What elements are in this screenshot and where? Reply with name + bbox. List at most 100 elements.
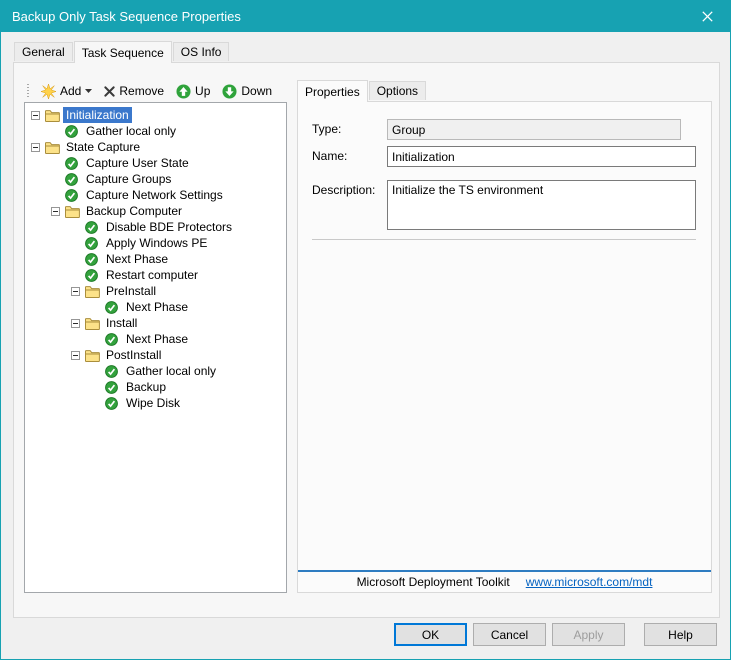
tree-item-backup[interactable]: Backup <box>25 379 286 395</box>
tab-general[interactable]: General <box>14 42 73 61</box>
tab-task-sequence[interactable]: Task Sequence <box>74 41 172 63</box>
tree-item-preinstall[interactable]: PreInstall <box>25 283 286 299</box>
close-icon <box>702 11 713 22</box>
tree-item-label: Install <box>103 315 140 331</box>
tree-item-state-capture[interactable]: State Capture <box>25 139 286 155</box>
title-bar: Backup Only Task Sequence Properties <box>1 1 730 32</box>
tree-item-gather-local-only[interactable]: Gather local only <box>25 363 286 379</box>
down-button-label: Down <box>241 84 272 98</box>
tree-item-label: Capture User State <box>83 155 192 171</box>
tree-item-label: PostInstall <box>103 347 164 363</box>
description-field[interactable]: Initialize the TS environment <box>387 180 696 230</box>
success-check-icon <box>85 237 103 250</box>
tree-item-label: Next Phase <box>123 299 191 315</box>
tree-item-next-phase[interactable]: Next Phase <box>25 331 286 347</box>
mdt-footer: Microsoft Deployment Toolkit www.microso… <box>298 570 711 592</box>
add-button[interactable]: Add <box>35 82 98 101</box>
tree-item-label: Backup Computer <box>83 203 185 219</box>
success-check-icon <box>105 397 123 410</box>
success-check-icon <box>85 253 103 266</box>
task-sequence-properties-dialog: Backup Only Task Sequence Properties Gen… <box>0 0 731 660</box>
tree-item-disable-bde-protectors[interactable]: Disable BDE Protectors <box>25 219 286 235</box>
name-label: Name: <box>312 146 387 167</box>
folder-icon <box>85 317 103 330</box>
tab-properties[interactable]: Properties <box>297 80 368 102</box>
tree-item-label: Initialization <box>63 107 132 123</box>
help-button[interactable]: Help <box>644 623 717 646</box>
tab-os-info[interactable]: OS Info <box>173 42 230 61</box>
tree-item-apply-windows-pe[interactable]: Apply Windows PE <box>25 235 286 251</box>
move-up-button[interactable]: Up <box>170 82 216 101</box>
remove-x-icon <box>104 86 115 97</box>
ok-button[interactable]: OK <box>394 623 467 646</box>
tree-item-label: Wipe Disk <box>123 395 183 411</box>
collapse-toggle-icon[interactable] <box>71 319 80 328</box>
tree-item-capture-network-settings[interactable]: Capture Network Settings <box>25 187 286 203</box>
tree-item-label: Capture Groups <box>83 171 174 187</box>
task-sequence-tab-page: Add Remove Up <box>13 62 720 618</box>
tree-item-label: Gather local only <box>83 123 179 139</box>
type-label: Type: <box>312 119 387 140</box>
success-check-icon <box>65 189 83 202</box>
success-check-icon <box>105 301 123 314</box>
success-check-icon <box>105 333 123 346</box>
dialog-button-bar: OK Cancel Apply Help <box>388 623 717 646</box>
properties-form: Type: Name: Description: Initialize the … <box>298 102 711 240</box>
tree-item-label: Disable BDE Protectors <box>103 219 235 235</box>
tree-item-label: Backup <box>123 379 169 395</box>
tree-item-initialization[interactable]: Initialization <box>25 107 286 123</box>
tree-item-label: Gather local only <box>123 363 219 379</box>
remove-button[interactable]: Remove <box>98 82 170 100</box>
collapse-toggle-icon[interactable] <box>71 287 80 296</box>
folder-icon <box>45 141 63 154</box>
close-button[interactable] <box>685 1 730 32</box>
apply-button[interactable]: Apply <box>552 623 625 646</box>
mdt-website-link[interactable]: www.microsoft.com/mdt <box>526 575 653 589</box>
detail-tabstrip: Properties Options <box>297 80 427 102</box>
tree-item-label: Capture Network Settings <box>83 187 226 203</box>
collapse-toggle-icon[interactable] <box>71 351 80 360</box>
folder-icon <box>65 205 83 218</box>
tree-item-capture-user-state[interactable]: Capture User State <box>25 155 286 171</box>
tree-item-backup-computer[interactable]: Backup Computer <box>25 203 286 219</box>
tree-item-install[interactable]: Install <box>25 315 286 331</box>
task-sequence-tree[interactable]: InitializationGather local onlyState Cap… <box>24 102 287 593</box>
success-check-icon <box>65 125 83 138</box>
remove-button-label: Remove <box>119 84 164 98</box>
up-button-label: Up <box>195 84 210 98</box>
folder-icon <box>85 285 103 298</box>
tree-item-gather-local-only[interactable]: Gather local only <box>25 123 286 139</box>
tree-item-label: Next Phase <box>123 331 191 347</box>
success-check-icon <box>105 381 123 394</box>
success-check-icon <box>65 173 83 186</box>
tree-item-label: Next Phase <box>103 251 171 267</box>
cancel-button[interactable]: Cancel <box>473 623 546 646</box>
move-down-button[interactable]: Down <box>216 82 278 101</box>
add-dropdown-arrow-icon <box>85 89 92 93</box>
collapse-toggle-icon[interactable] <box>31 111 40 120</box>
tree-item-restart-computer[interactable]: Restart computer <box>25 267 286 283</box>
tree-item-next-phase[interactable]: Next Phase <box>25 251 286 267</box>
tree-item-label: Restart computer <box>103 267 201 283</box>
type-field[interactable] <box>387 119 681 140</box>
description-label: Description: <box>312 180 387 230</box>
success-check-icon <box>85 269 103 282</box>
tab-options[interactable]: Options <box>369 81 426 100</box>
properties-page: Type: Name: Description: Initialize the … <box>297 101 712 593</box>
tree-item-capture-groups[interactable]: Capture Groups <box>25 171 286 187</box>
tree-toolbar: Add Remove Up <box>24 80 287 102</box>
name-field[interactable] <box>387 146 696 167</box>
up-arrow-icon <box>176 84 191 99</box>
collapse-toggle-icon[interactable] <box>31 143 40 152</box>
collapse-toggle-icon[interactable] <box>51 207 60 216</box>
tree-item-postinstall[interactable]: PostInstall <box>25 347 286 363</box>
tree-item-next-phase[interactable]: Next Phase <box>25 299 286 315</box>
add-button-label: Add <box>60 84 81 98</box>
tree-panel: Add Remove Up <box>24 80 287 593</box>
detail-panel: Properties Options Type: Name: Descripti… <box>297 80 712 593</box>
tree-item-label: Apply Windows PE <box>103 235 210 251</box>
mdt-brand-text: Microsoft Deployment Toolkit <box>357 575 510 589</box>
window-title: Backup Only Task Sequence Properties <box>1 9 241 24</box>
tree-item-wipe-disk[interactable]: Wipe Disk <box>25 395 286 411</box>
down-arrow-icon <box>222 84 237 99</box>
